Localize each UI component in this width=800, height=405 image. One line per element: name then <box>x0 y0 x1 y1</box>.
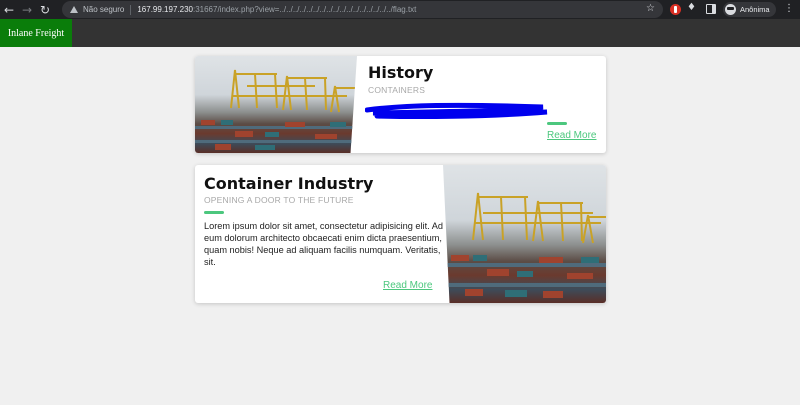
accent-bar <box>204 211 224 214</box>
puzzle-icon[interactable]: ♦ <box>687 2 696 13</box>
extension-icon[interactable] <box>670 4 681 15</box>
card-subtitle: OPENING A DOOR TO THE FUTURE <box>204 195 354 205</box>
url-host: 167.99.197.230 <box>137 5 193 14</box>
forward-icon[interactable]: → <box>18 0 36 19</box>
profile-button[interactable]: Anônima <box>723 2 776 17</box>
side-panel-icon[interactable] <box>706 4 716 14</box>
history-card: History CONTAINERS Read More <box>195 56 606 153</box>
reload-icon[interactable]: ↻ <box>36 0 54 19</box>
kebab-menu-icon[interactable]: ⋮ <box>784 3 794 15</box>
profile-label: Anônima <box>740 5 770 14</box>
accent-bar <box>547 122 567 125</box>
read-more-link[interactable]: Read More <box>383 280 432 291</box>
url-path: :31667/index.php?view=../../../../../../… <box>192 5 417 14</box>
warning-icon[interactable] <box>70 6 78 13</box>
brand-logo[interactable]: Inlane Freight <box>0 19 72 47</box>
redaction-scribble <box>365 102 548 120</box>
container-industry-card: Container Industry OPENING A DOOR TO THE… <box>195 165 606 303</box>
read-more-link[interactable]: Read More <box>547 130 596 141</box>
port-photo <box>443 165 606 303</box>
insecure-label[interactable]: Não seguro <box>83 5 124 14</box>
port-photo <box>195 56 357 153</box>
card-body: Lorem ipsum dolor sit amet, consectetur … <box>204 221 443 267</box>
site-navbar: Inlane Freight <box>0 19 800 47</box>
card-title: Container Industry <box>204 174 374 193</box>
omnibox-divider <box>130 4 132 15</box>
card-title: History <box>368 63 434 82</box>
browser-toolbar: ← → ↻ Não seguro 167.99.197.230:31667/in… <box>0 0 800 19</box>
back-icon[interactable]: ← <box>0 0 18 19</box>
incognito-icon <box>725 4 736 15</box>
bookmark-star-icon[interactable]: ☆ <box>646 3 655 14</box>
card-subtitle: CONTAINERS <box>368 85 426 95</box>
address-bar[interactable]: Não seguro 167.99.197.230:31667/index.ph… <box>62 1 663 18</box>
